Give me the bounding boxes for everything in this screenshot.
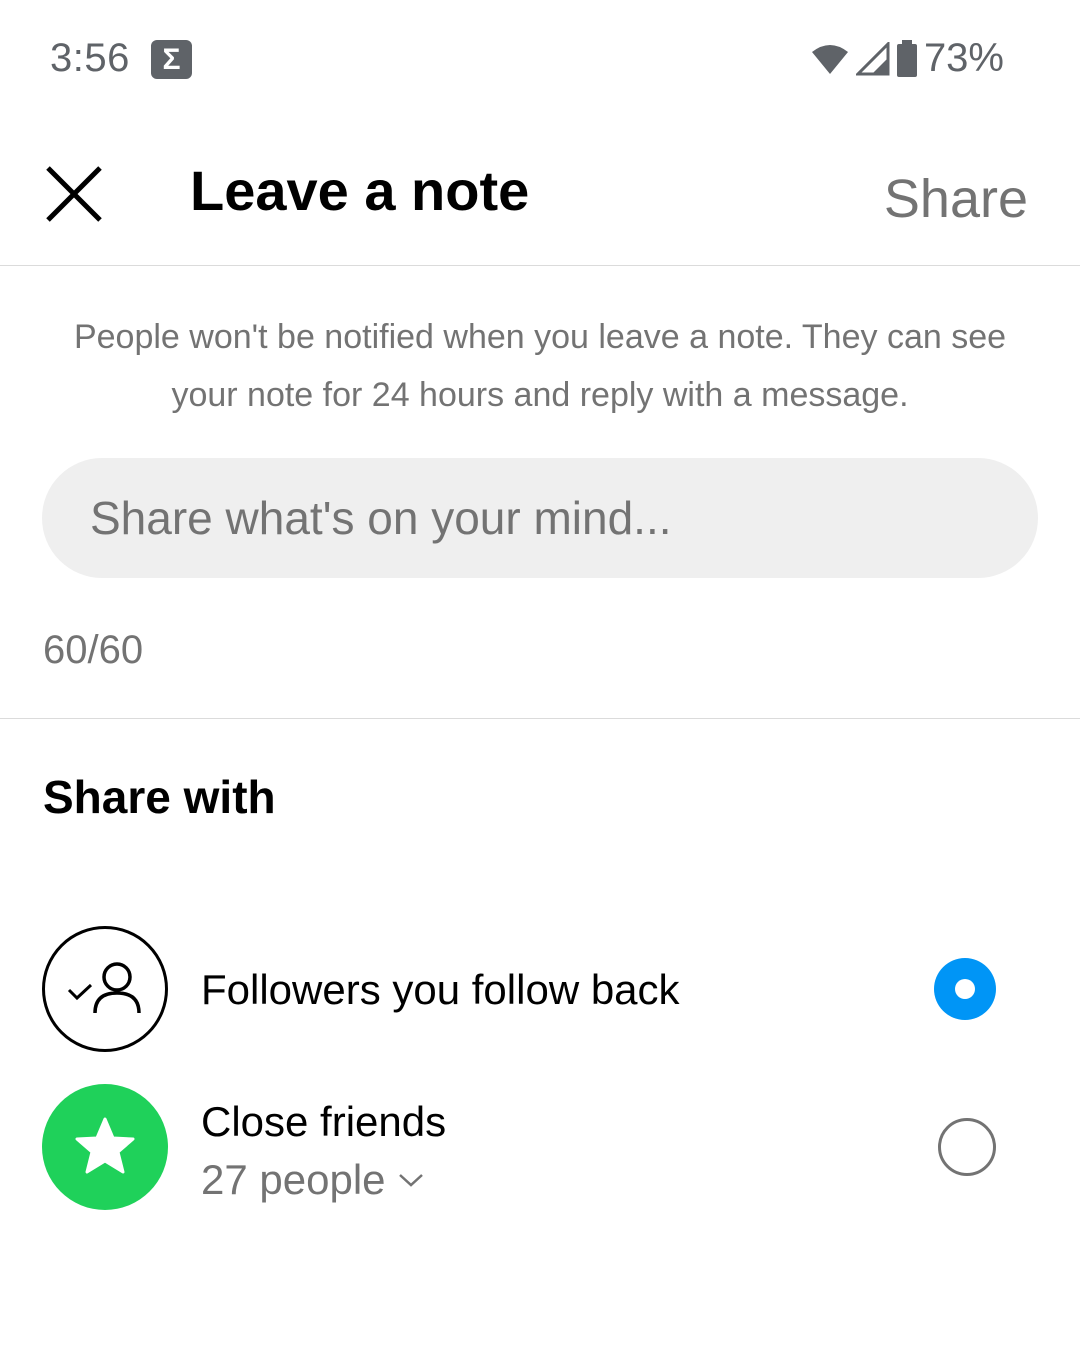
note-input[interactable] — [42, 458, 1038, 578]
char-count: 60/60 — [43, 628, 144, 672]
battery-icon — [896, 39, 917, 77]
status-time: 3:56 — [50, 36, 130, 80]
divider — [0, 718, 1080, 719]
close-friends-count: 27 people — [201, 1156, 386, 1203]
radio-unselected[interactable] — [938, 1118, 996, 1176]
header: Leave a note Share — [0, 120, 1080, 266]
option-label: Close friends — [201, 1098, 447, 1145]
share-button[interactable]: Share — [884, 168, 1028, 230]
follow-back-icon — [42, 926, 168, 1052]
option-label: Followers you follow back — [201, 966, 680, 1013]
close-button[interactable] — [44, 164, 104, 224]
cell-signal-icon — [855, 41, 890, 75]
chevron-down-icon — [398, 1174, 423, 1187]
status-bar: 3:56 Σ 73% — [0, 0, 1080, 120]
close-icon — [46, 166, 102, 222]
option-followers-you-follow-back[interactable]: Followers you follow back — [0, 926, 1080, 1054]
star-icon — [42, 1084, 168, 1210]
radio-selected[interactable] — [934, 958, 996, 1020]
battery-percent: 73% — [923, 36, 1004, 80]
wifi-icon — [811, 44, 848, 74]
share-with-heading: Share with — [43, 771, 276, 823]
option-close-friends[interactable]: Close friends 27 people — [0, 1084, 1080, 1212]
close-friends-count-dropdown[interactable]: 27 people — [201, 1156, 424, 1204]
status-icons: 73% — [810, 36, 1004, 81]
note-input-container — [42, 458, 1038, 578]
sigma-icon: Σ — [151, 40, 192, 79]
info-text: People won't be notified when you leave … — [73, 318, 1007, 414]
page-title: Leave a note — [190, 159, 530, 222]
